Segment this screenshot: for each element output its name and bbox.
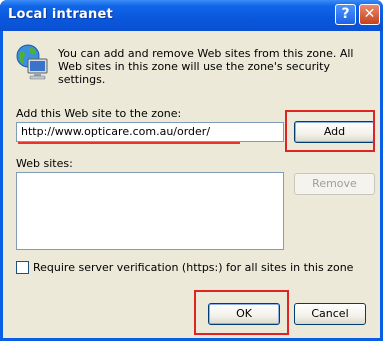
add-button-highlight (285, 110, 375, 152)
title-bar[interactable]: Local intranet ? ✕ (0, 0, 383, 31)
dialog-title: Local intranet (8, 7, 113, 22)
ok-button-highlight (194, 290, 289, 335)
cancel-button[interactable]: Cancel (294, 303, 366, 325)
zone-description: You can add and remove Web sites from th… (58, 47, 354, 86)
close-button[interactable]: ✕ (359, 4, 380, 25)
site-url-input[interactable]: http://www.opticare.com.au/order/ (16, 122, 284, 142)
url-underline-annotation (18, 142, 240, 144)
help-icon: ? (341, 6, 350, 22)
add-site-label: Add this Web site to the zone: (16, 107, 182, 120)
sites-globe-computer-icon (16, 44, 48, 80)
web-sites-list[interactable] (16, 172, 284, 250)
close-icon: ✕ (363, 6, 376, 22)
require-verification-label: Require server verification (https:) for… (33, 261, 354, 274)
remove-button[interactable]: Remove (294, 173, 375, 195)
require-verification-checkbox[interactable] (16, 261, 29, 274)
help-button[interactable]: ? (335, 4, 356, 25)
web-sites-label: Web sites: (16, 157, 73, 170)
